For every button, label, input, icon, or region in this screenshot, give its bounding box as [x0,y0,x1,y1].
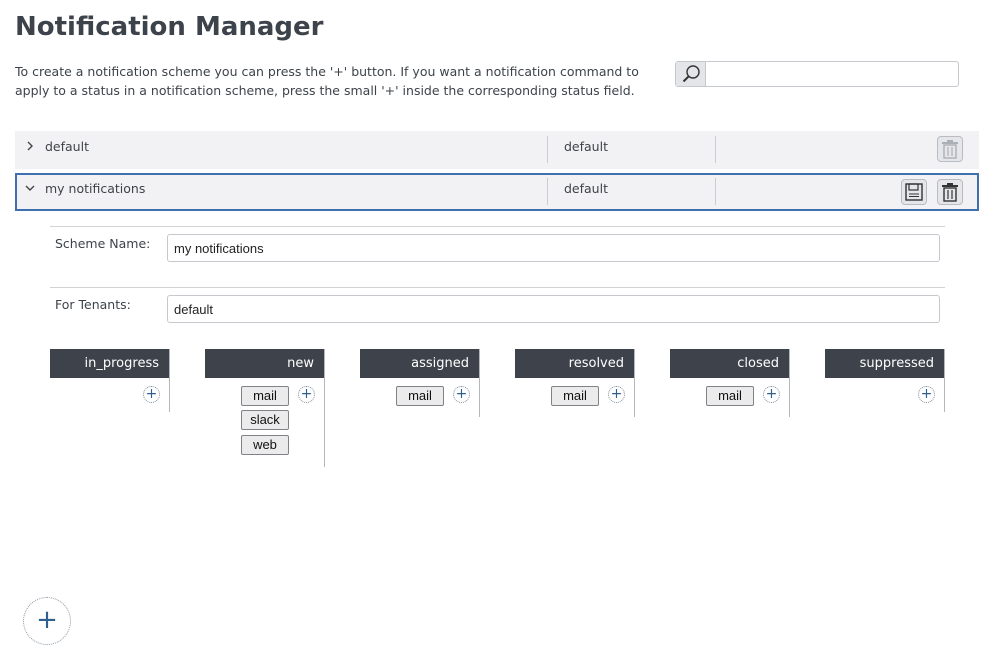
status-header: suppressed [825,349,944,378]
save-icon [905,183,923,201]
delete-button[interactable] [937,179,963,205]
scheme-tenant: default [564,139,608,154]
command-button-mail[interactable]: mail [396,386,444,406]
command-button-slack[interactable]: slack [241,410,289,430]
chevron-down-icon[interactable] [24,182,36,194]
search-button[interactable] [676,62,706,86]
search-input[interactable] [707,63,956,86]
add-command-button[interactable]: + [453,386,470,403]
scheme-row-my-notifications[interactable]: my notifications default [15,173,979,211]
command-button-mail[interactable]: mail [551,386,599,406]
add-command-button[interactable]: + [763,386,780,403]
save-button[interactable] [901,179,927,205]
scheme-row-default[interactable]: default default [15,131,979,169]
intro-text: To create a notification scheme you can … [15,64,639,98]
add-command-button[interactable]: + [608,386,625,403]
scheme-name-label: Scheme Name: [55,236,151,251]
scheme-name: default [45,139,89,154]
trash-icon [942,140,958,159]
divider [715,136,716,163]
add-command-button[interactable]: + [143,386,160,403]
status-header: assigned [360,349,479,378]
status-header: new [205,349,324,378]
status-column-new: new mail + slack web [205,349,325,467]
command-button-web[interactable]: web [241,435,289,455]
add-command-button[interactable]: + [918,386,935,403]
status-column-suppressed: suppressed + [825,349,945,412]
scheme-name: my notifications [45,181,146,196]
tenants-label: For Tenants: [55,297,131,312]
tenants-input[interactable] [167,295,940,323]
add-scheme-button[interactable]: + [23,597,71,645]
scheme-name-input[interactable] [167,234,940,262]
page-title: Notification Manager [15,12,324,42]
status-column-assigned: assigned mail + [360,349,480,417]
command-button-mail[interactable]: mail [241,386,289,406]
status-header: resolved [515,349,634,378]
search-icon [682,65,700,83]
divider [50,287,945,288]
divider [50,226,945,227]
status-header: closed [670,349,789,378]
trash-icon [942,183,958,202]
status-column-resolved: resolved mail + [515,349,635,417]
scheme-tenant: default [564,181,608,196]
command-button-mail[interactable]: mail [706,386,754,406]
status-header: in_progress [50,349,169,378]
divider [715,178,716,205]
search-box [675,61,959,87]
chevron-right-icon[interactable] [24,140,36,152]
add-command-button[interactable]: + [298,386,315,403]
divider [547,136,548,163]
status-column-closed: closed mail + [670,349,790,417]
status-column-in-progress: in_progress + [50,349,170,412]
divider [547,178,548,205]
delete-button[interactable] [937,136,963,162]
